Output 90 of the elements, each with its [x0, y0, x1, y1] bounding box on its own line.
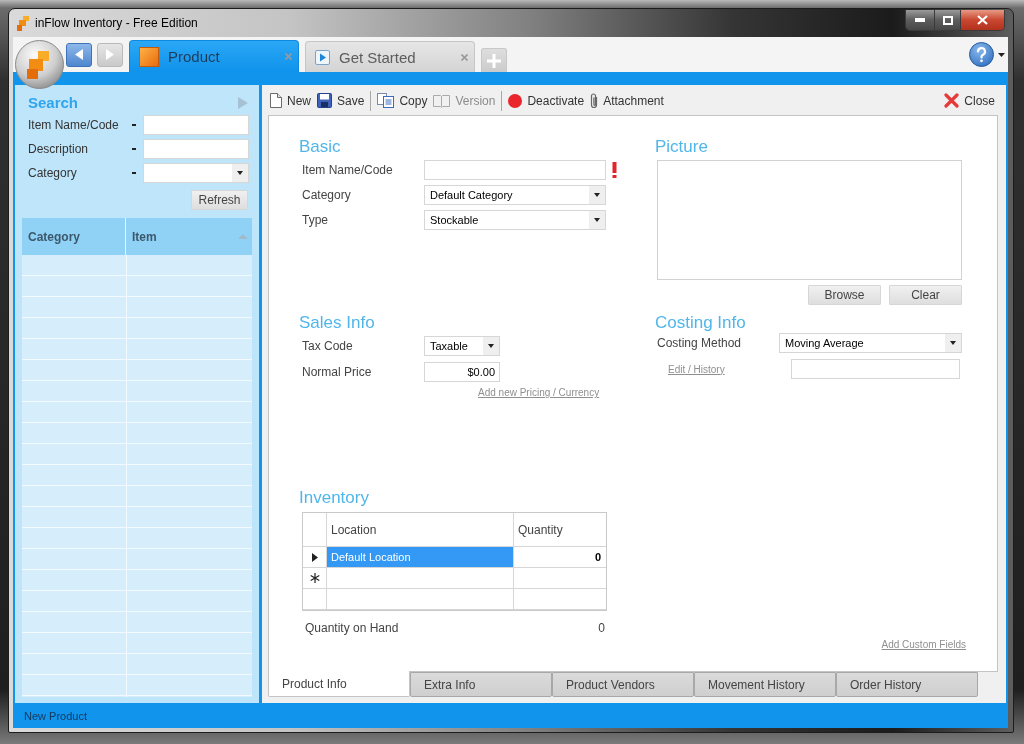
maximize-button[interactable] — [935, 10, 961, 30]
maximize-icon — [942, 15, 953, 25]
close-tab-icon[interactable] — [461, 53, 468, 61]
stop-circle-icon — [508, 93, 523, 108]
row-pointer-icon — [311, 552, 318, 562]
dropdown-field[interactable]: Default Category — [424, 185, 606, 205]
page-tab[interactable]: Product Info — [268, 671, 410, 697]
collapse-arrow-icon[interactable] — [238, 97, 248, 109]
window-title: inFlow Inventory - Free Edition — [35, 16, 198, 30]
play-icon — [315, 49, 330, 65]
asterisk-icon — [309, 573, 320, 583]
total-value: 0 — [598, 621, 605, 635]
back-button[interactable] — [66, 42, 92, 67]
dropdown-field[interactable]: Moving Average — [779, 333, 962, 353]
book-icon — [433, 93, 451, 108]
close-icon — [977, 15, 988, 25]
dropdown-field[interactable]: Taxable — [424, 336, 500, 356]
document-tab[interactable]: Product — [129, 40, 299, 72]
close-tab-icon[interactable] — [285, 53, 292, 60]
refresh-button[interactable]: Refresh — [191, 190, 248, 210]
table-cell[interactable] — [327, 568, 514, 589]
field-label: Item Name/Code — [301, 163, 394, 177]
dash-icon[interactable] — [132, 148, 136, 150]
text-field[interactable] — [424, 160, 606, 180]
row-header-cell[interactable] — [303, 547, 327, 568]
document-tab[interactable]: Get Started — [305, 41, 475, 72]
toolbar-button[interactable]: Copy — [377, 93, 428, 108]
minimize-icon — [915, 18, 925, 22]
field-label: Costing Method — [656, 336, 743, 350]
document-icon — [270, 93, 282, 108]
column-header[interactable]: Item — [126, 218, 252, 255]
picture-button[interactable]: Browse — [808, 285, 881, 305]
table-corner-cell — [303, 513, 327, 547]
text-field[interactable] — [143, 115, 249, 135]
page-tab[interactable]: Extra Info — [410, 672, 552, 697]
toolbar-button[interactable]: Deactivate — [508, 93, 585, 108]
page-tab[interactable]: Movement History — [694, 672, 836, 697]
left-triangle-icon — [75, 49, 83, 60]
right-triangle-icon — [106, 49, 114, 60]
section-title: Inventory — [299, 488, 369, 508]
dash-icon[interactable] — [132, 124, 136, 126]
row-header-cell[interactable] — [303, 589, 327, 610]
status-text: New Product — [24, 709, 87, 722]
dropdown-arrow-icon — [237, 171, 243, 175]
search-title: Search — [28, 95, 79, 111]
toolbar-button[interactable]: Attachment — [590, 92, 664, 109]
new-tab-button[interactable] — [481, 48, 507, 72]
table-cell[interactable] — [327, 589, 514, 610]
app-logo-icon — [17, 15, 29, 31]
toolbar-button[interactable]: Save — [317, 93, 365, 108]
close-x-icon — [944, 93, 960, 108]
square-tile-icon — [139, 46, 159, 67]
close-button[interactable]: Close — [944, 93, 995, 108]
minimize-button[interactable] — [906, 10, 935, 30]
dropdown-field[interactable] — [143, 163, 249, 183]
dropdown-arrow-icon — [594, 193, 600, 197]
plus-icon — [487, 53, 501, 68]
dash-icon[interactable] — [132, 172, 136, 174]
dropdown-arrow-icon — [950, 341, 956, 345]
section-title: Costing Info — [655, 313, 746, 333]
toolbar-button[interactable]: New — [270, 93, 311, 108]
field-label: Category — [28, 166, 78, 180]
help-button[interactable] — [969, 42, 1005, 67]
text-field[interactable] — [143, 139, 249, 159]
dropdown-arrow-icon — [488, 344, 494, 348]
caret-icon — [998, 52, 1005, 57]
paperclip-icon — [590, 92, 599, 109]
field-label: Normal Price — [301, 365, 373, 379]
field-label: Description — [28, 142, 90, 156]
section-title: Basic — [299, 137, 341, 157]
row-header-cell[interactable] — [303, 568, 327, 589]
close-window-button[interactable] — [961, 10, 1004, 30]
dropdown-field[interactable]: Stockable — [424, 210, 606, 230]
section-title: Sales Info — [299, 313, 375, 333]
total-label: Quantity on Hand — [305, 621, 399, 635]
copy-icon — [377, 93, 395, 108]
page-tab[interactable]: Order History — [836, 672, 978, 697]
text-field[interactable] — [791, 359, 960, 379]
field-label: Item Name/Code — [28, 118, 120, 132]
price-field[interactable]: $0.00 — [424, 362, 500, 382]
dropdown-arrow-icon — [594, 218, 600, 222]
field-label: Tax Code — [301, 339, 354, 353]
field-label: Type — [301, 213, 329, 227]
page-tab[interactable]: Product Vendors — [552, 672, 694, 697]
section-title: Picture — [655, 137, 708, 157]
help-icon — [969, 42, 994, 67]
field-label: Category — [301, 188, 352, 202]
picture-button[interactable]: Clear — [889, 285, 962, 305]
picture-frame[interactable] — [657, 160, 962, 280]
column-header: Location — [327, 513, 514, 547]
